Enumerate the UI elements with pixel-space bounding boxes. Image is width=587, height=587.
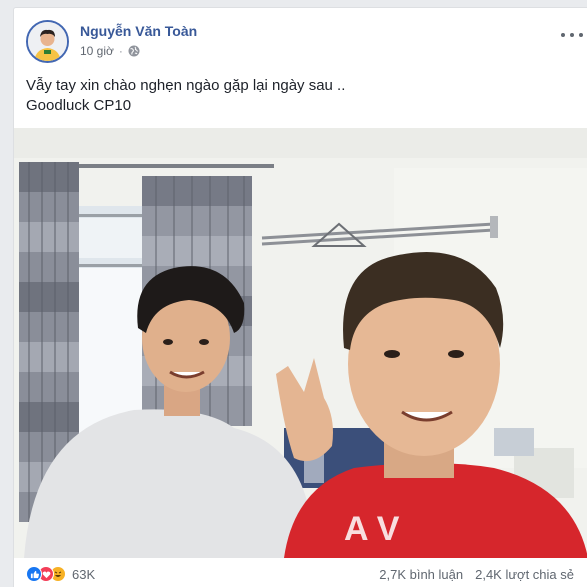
author-name[interactable]: Nguyễn Văn Toàn (80, 23, 197, 39)
post-footer: 63K 2,7K bình luận 2,4K lượt chia sẻ (26, 563, 574, 585)
author-avatar[interactable] (26, 20, 69, 63)
post-time[interactable]: 10 giờ (80, 44, 114, 58)
post-photo[interactable]: A V (14, 128, 587, 558)
meta-separator: · (118, 44, 123, 58)
reactions-summary[interactable]: 63K (26, 566, 95, 582)
post-text: Vẫy tay xin chào nghẹn ngào gặp lại ngày… (26, 76, 345, 116)
avatar-image (28, 22, 67, 61)
shares-count[interactable]: 2,4K lượt chia sẻ (475, 567, 574, 582)
selfie-photo: A V (14, 128, 587, 558)
comments-count[interactable]: 2,7K bình luận (379, 567, 463, 582)
like-icon (26, 566, 42, 582)
facebook-post: Nguyễn Văn Toàn 10 giờ · Vẫy tay xin chà… (13, 7, 587, 587)
engagement-stats: 2,7K bình luận 2,4K lượt chia sẻ (379, 567, 574, 582)
globe-icon[interactable] (128, 45, 140, 57)
post-meta: 10 giờ · (80, 44, 140, 58)
post-text-line: Goodluck CP10 (26, 97, 132, 114)
reaction-count[interactable]: 63K (72, 567, 95, 582)
svg-text:A V: A V (344, 510, 400, 548)
post-header: Nguyễn Văn Toàn 10 giờ · (26, 20, 583, 64)
post-text-line: Vẫy tay xin chào nghẹn ngào gặp lại ngày… (26, 77, 346, 94)
more-options-icon[interactable] (561, 30, 583, 40)
